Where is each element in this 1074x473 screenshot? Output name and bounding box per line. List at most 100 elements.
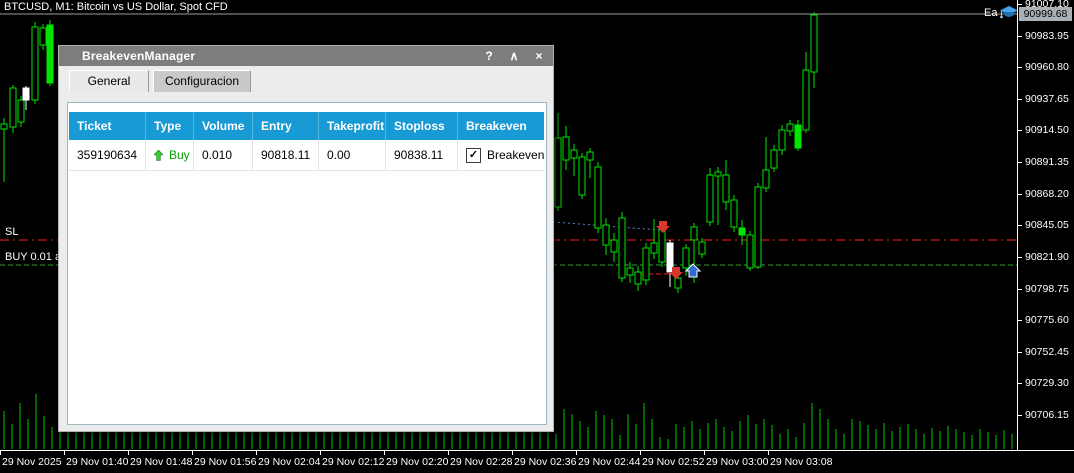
candle-body [595,167,601,228]
candle-body [779,130,785,150]
breakeven-checkbox[interactable]: ✓ [466,148,481,163]
time-axis-tick [320,450,321,455]
cell-ticket: 359190634 [69,140,146,170]
time-axis-label: 29 Nov 01:48 [130,456,192,468]
dialog-titlebar[interactable]: BreakevenManager ? ∧ × [59,46,553,66]
candle-body [739,228,745,235]
candle-body [555,138,561,207]
price-axis-label: 90868.20 [1025,188,1069,200]
time-axis-label: 29 Nov 02:36 [514,456,576,468]
header-volume: Volume [194,112,253,140]
price-axis-tick [1017,194,1022,195]
candle-body [747,235,753,268]
price-axis-label: 90914.50 [1025,124,1069,136]
price-axis-tick [1017,415,1022,416]
header-type: Type [146,112,194,140]
cell-entry: 90818.11 [253,140,319,170]
time-axis-tick [384,450,385,455]
time-axis-tick [576,450,577,455]
candle-body [635,272,641,284]
cell-stoploss: 90838.11 [386,140,458,170]
candle-body [563,137,569,160]
sl-line-label: SL [5,226,18,238]
candle-body [579,157,585,195]
price-axis-label: 90798.75 [1025,283,1069,295]
candle-body [587,152,593,160]
time-axis-tick [512,450,513,455]
help-button[interactable]: ? [483,49,495,63]
price-axis-tick [1017,289,1022,290]
header-stoploss: Stoploss [386,112,458,140]
dialog-tabs: General Configuracion [69,70,553,92]
time-axis-tick [192,450,193,455]
price-axis-tick [1017,4,1022,5]
current-price-tag: 90999.68 [1019,7,1072,21]
candle-body [731,200,737,227]
candle-body [1,124,7,129]
table-header-row: Ticket Type Volume Entry Takeprofit Stop… [69,112,544,140]
candle-body [723,175,729,202]
candle-body [619,218,625,278]
price-axis-tick [1017,67,1022,68]
cell-type: Buy [146,140,194,170]
candle-body [23,88,29,100]
breakeven-checkbox-label: Breakeven [487,148,544,162]
time-axis-tick [768,450,769,455]
candle-body [683,248,689,268]
candle-body [611,240,617,252]
candle-body [571,150,577,158]
mt-terminal-window: BTCUSD, M1: Bitcoin vs US Dollar, Spot C… [0,0,1074,473]
time-axis-tick [448,450,449,455]
price-axis-label: 90821.90 [1025,251,1069,263]
time-axis-label: 29 Nov 03:00 [706,456,768,468]
candle-body [603,225,609,245]
sell-arrow-icon [656,221,670,233]
candle-body [715,172,721,176]
chart-symbol-title: BTCUSD, M1: Bitcoin vs US Dollar, Spot C… [4,1,228,13]
time-axis-label: 29 Nov 02:04 [258,456,320,468]
cell-volume: 0.010 [194,140,253,170]
time-axis-tick [640,450,641,455]
cell-type-label: Buy [169,148,190,162]
candle-body [811,15,817,72]
close-button[interactable]: × [533,49,545,63]
buy-position-label: BUY 0.01 a [5,251,61,263]
candle-body [47,25,53,83]
candle-body [771,150,777,168]
price-axis-label: 90891.35 [1025,156,1069,168]
price-axis-label: 90845.05 [1025,219,1069,231]
positions-table: Ticket Type Volume Entry Takeprofit Stop… [69,112,544,171]
candle-body [755,187,761,267]
candle-body [32,27,38,100]
cell-takeprofit: 0.00 [319,140,386,170]
time-axis-tick [64,450,65,455]
header-ticket: Ticket [69,112,146,140]
price-axis-tick [1017,257,1022,258]
time-axis-border [0,450,1074,451]
candle-body [675,278,681,288]
candle-body [795,125,801,148]
candle-body [699,242,705,254]
price-axis-label: 90752.45 [1025,346,1069,358]
collapse-button[interactable]: ∧ [508,49,520,63]
table-row[interactable]: 359190634 Buy 0.010 90818.11 0.00 90838.… [69,140,544,171]
time-axis-label: 29 Nov 02:44 [578,456,640,468]
candle-body [643,248,649,280]
dialog-title: BreakevenManager [59,49,195,63]
header-entry: Entry [253,112,319,140]
time-axis-label: 29 Nov 01:56 [194,456,256,468]
candle-body [763,170,769,188]
time-axis-tick [256,450,257,455]
tab-general[interactable]: General [69,70,149,92]
price-axis-tick [1017,383,1022,384]
header-breakeven: Breakeven [458,112,544,140]
price-axis-label: 90937.65 [1025,93,1069,105]
price-axis-tick [1017,162,1022,163]
buy-arrow-icon [154,150,163,161]
price-axis-tick [1017,99,1022,100]
breakeven-manager-dialog: BreakevenManager ? ∧ × General Configura… [58,45,554,432]
expert-advisor-badge[interactable]: Ea [984,5,1019,20]
tab-configuracion[interactable]: Configuracion [153,70,251,92]
price-axis-tick [1017,36,1022,37]
time-axis-label: 29 Nov 02:20 [386,456,448,468]
